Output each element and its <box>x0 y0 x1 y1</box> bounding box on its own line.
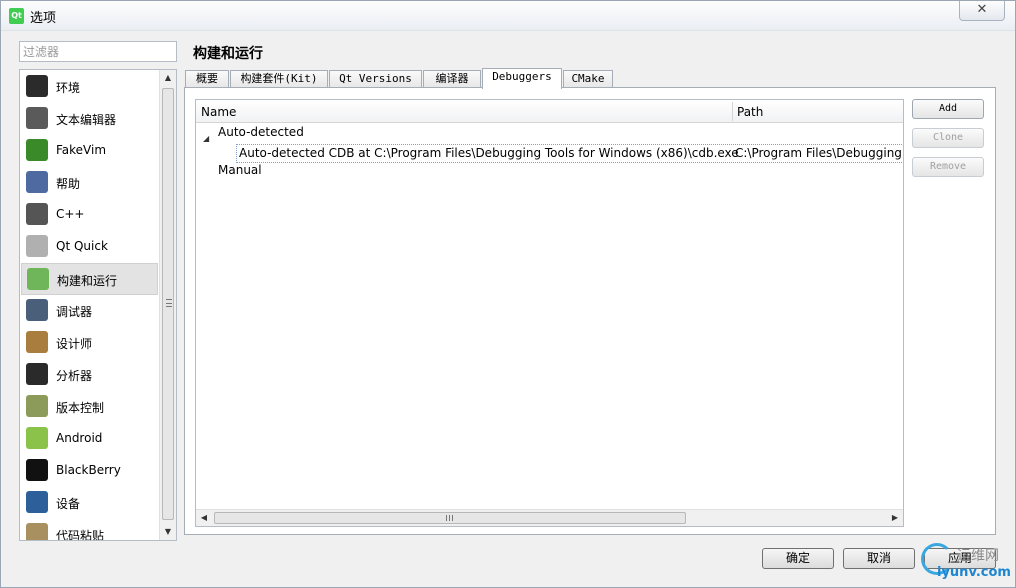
tab-qt-versions[interactable]: Qt Versions <box>329 70 422 88</box>
sidebar-item-label: 帮助 <box>56 177 81 191</box>
scrollbar-thumb[interactable] <box>214 512 686 524</box>
close-button[interactable]: ✕ <box>959 1 1005 21</box>
title-bar: Qt 选项 ✕ <box>1 1 1015 31</box>
sidebar-item-label: C++ <box>56 207 85 221</box>
category-list-scrollbar[interactable]: ▲ ▼ <box>159 70 176 540</box>
options-category-list: 代码粘贴 设备 BlackBerry Android 版本控制 分析器 设计师 调试器 构建和运… <box>19 69 177 541</box>
text-editor-icon <box>26 107 48 129</box>
sidebar-item-label: 版本控制 <box>56 401 105 415</box>
debugger-name: Auto-detected CDB at C:\Program Files\De… <box>239 146 739 160</box>
filter-input[interactable] <box>19 41 177 62</box>
sidebar-item-android[interactable]: Android <box>21 423 158 455</box>
sidebar-item-blackberry[interactable]: BlackBerry <box>21 455 158 487</box>
sidebar-item-code-paste[interactable]: 代码粘贴 <box>21 519 158 541</box>
ok-button[interactable]: 确定 <box>762 548 834 569</box>
sidebar-item-label: 设计师 <box>56 337 93 351</box>
build-run-icon <box>27 268 49 290</box>
clone-button[interactable]: Clone <box>912 128 984 148</box>
scrollbar-thumb[interactable] <box>162 88 174 520</box>
sidebar-item-label: BlackBerry <box>56 463 121 477</box>
options-dialog: Qt 选项 ✕ 代码粘贴 设备 BlackBerry Android 版本控制 分析器 设计… <box>0 0 1016 588</box>
tab-compilers[interactable]: 编译器 <box>423 70 481 88</box>
blackberry-icon <box>26 459 48 481</box>
sidebar-item-analyzer[interactable]: 分析器 <box>21 359 158 391</box>
sidebar-item-designer[interactable]: 设计师 <box>21 327 158 359</box>
sidebar-item-environment[interactable]: 环境 <box>21 71 158 103</box>
debuggers-tree: Name Path ◢ Auto-detected Auto-detected … <box>195 99 904 527</box>
watermark-url: iyunv.com <box>937 565 1011 580</box>
sidebar-item-label: FakeVim <box>56 143 107 157</box>
sidebar-item-label: 构建和运行 <box>57 274 118 288</box>
site-watermark: 运维网 iyunv.com <box>919 541 1011 585</box>
sidebar-item-label: 代码粘贴 <box>56 529 105 541</box>
sidebar-item-label: 分析器 <box>56 369 93 383</box>
debugger-icon <box>26 299 48 321</box>
qt-creator-icon: Qt <box>9 8 24 24</box>
sidebar-item-help[interactable]: 帮助 <box>21 167 158 199</box>
debugger-path: C:\Program Files\Debugging <box>735 146 902 160</box>
sidebar-item-build-run[interactable]: 构建和运行 <box>21 263 158 295</box>
qt-quick-icon <box>26 235 48 257</box>
cancel-button[interactable]: 取消 <box>843 548 915 569</box>
collapse-arrow-icon[interactable]: ◢ <box>203 134 209 143</box>
sidebar-item-label: 设备 <box>56 497 81 511</box>
sidebar-item-cpp[interactable]: C++ <box>21 199 158 231</box>
designer-icon <box>26 331 48 353</box>
tree-header: Name Path <box>196 100 903 123</box>
group-auto-detected[interactable]: Auto-detected <box>218 125 304 144</box>
sidebar-item-label: 环境 <box>56 81 81 95</box>
sidebar-item-debugger[interactable]: 调试器 <box>21 295 158 327</box>
version-control-icon <box>26 395 48 417</box>
page-title: 构建和运行 <box>193 46 263 62</box>
column-header-name[interactable]: Name <box>201 105 236 119</box>
scroll-left-arrow-icon[interactable]: ◀ <box>196 510 212 526</box>
tab-kits[interactable]: 构建套件(Kit) <box>230 70 328 88</box>
tab-overview[interactable]: 概要 <box>185 70 229 88</box>
debugger-row[interactable]: Auto-detected CDB at C:\Program Files\De… <box>236 144 903 163</box>
debuggers-panel: Name Path ◢ Auto-detected Auto-detected … <box>184 87 996 535</box>
fakevim-icon <box>26 139 48 161</box>
watermark-text: 运维网 <box>957 548 999 564</box>
tab-debuggers[interactable]: Debuggers <box>482 68 562 89</box>
sidebar-item-fakevim[interactable]: FakeVim <box>21 135 158 167</box>
sidebar-item-devices[interactable]: 设备 <box>21 487 158 519</box>
sidebar-item-label: Android <box>56 431 103 445</box>
sidebar-item-version-control[interactable]: 版本控制 <box>21 391 158 423</box>
remove-button[interactable]: Remove <box>912 157 984 177</box>
scroll-right-arrow-icon[interactable]: ▶ <box>887 510 903 526</box>
help-icon <box>26 171 48 193</box>
sidebar-item-label: Qt Quick <box>56 239 108 253</box>
sidebar-item-label: 调试器 <box>56 305 93 319</box>
cpp-icon <box>26 203 48 225</box>
window-title: 选项 <box>30 11 57 26</box>
column-header-path[interactable]: Path <box>737 105 763 119</box>
analyzer-icon <box>26 363 48 385</box>
tree-horizontal-scrollbar[interactable]: ◀ ▶ <box>196 509 903 526</box>
scroll-down-arrow-icon[interactable]: ▼ <box>160 524 176 540</box>
sidebar-item-label: 文本编辑器 <box>56 113 117 127</box>
code-paste-icon <box>26 523 48 540</box>
group-manual[interactable]: Manual <box>218 163 262 182</box>
sidebar-item-qt-quick[interactable]: Qt Quick <box>21 231 158 263</box>
sidebar-item-text-editor[interactable]: 文本编辑器 <box>21 103 158 135</box>
scroll-up-arrow-icon[interactable]: ▲ <box>160 70 176 86</box>
tab-cmake[interactable]: CMake <box>563 70 613 88</box>
android-icon <box>26 427 48 449</box>
devices-icon <box>26 491 48 513</box>
environment-icon <box>26 75 48 97</box>
add-button[interactable]: Add <box>912 99 984 119</box>
